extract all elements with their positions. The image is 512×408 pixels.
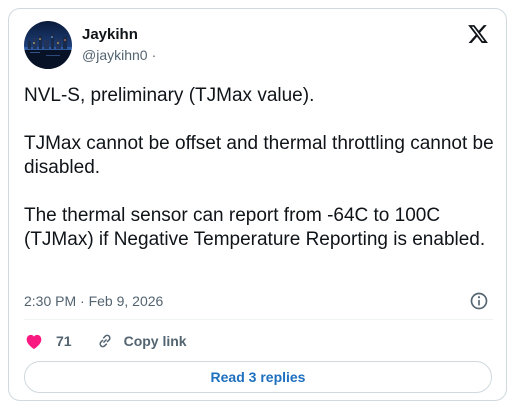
author-name[interactable]: Jaykihn — [82, 26, 138, 43]
author-handle[interactable]: @jaykihn0 — [82, 47, 148, 63]
heart-icon — [24, 331, 44, 351]
handle-separator: · — [151, 47, 157, 63]
link-icon — [96, 332, 114, 350]
copy-link-label: Copy link — [123, 333, 187, 349]
avatar[interactable] — [24, 21, 72, 69]
tweet-text: NVL-S, preliminary (TJMax value). TJMax … — [24, 84, 494, 252]
copy-link-button[interactable]: Copy link — [96, 332, 187, 350]
x-logo-icon[interactable] — [467, 23, 489, 45]
info-icon[interactable] — [469, 291, 489, 311]
like-button[interactable]: 71 — [24, 331, 72, 351]
like-count: 71 — [56, 333, 72, 349]
action-bar: 71 Copy link — [24, 329, 187, 353]
divider — [24, 319, 493, 320]
tweet-paragraph: NVL-S, preliminary (TJMax value). — [24, 85, 315, 106]
tweet-paragraph: TJMax cannot be offset and thermal throt… — [24, 133, 494, 178]
author-handle-row: @jaykihn0 · — [82, 47, 156, 63]
avatar-image — [24, 21, 72, 69]
tweet-timestamp[interactable]: 2:30 PM · Feb 9, 2026 — [24, 293, 163, 309]
tweet-paragraph: The thermal sensor can report from -64C … — [24, 205, 486, 250]
tweet-card: Jaykihn @jaykihn0 · NVL-S, preliminary (… — [8, 8, 507, 401]
read-replies-button[interactable]: Read 3 replies — [24, 361, 492, 393]
